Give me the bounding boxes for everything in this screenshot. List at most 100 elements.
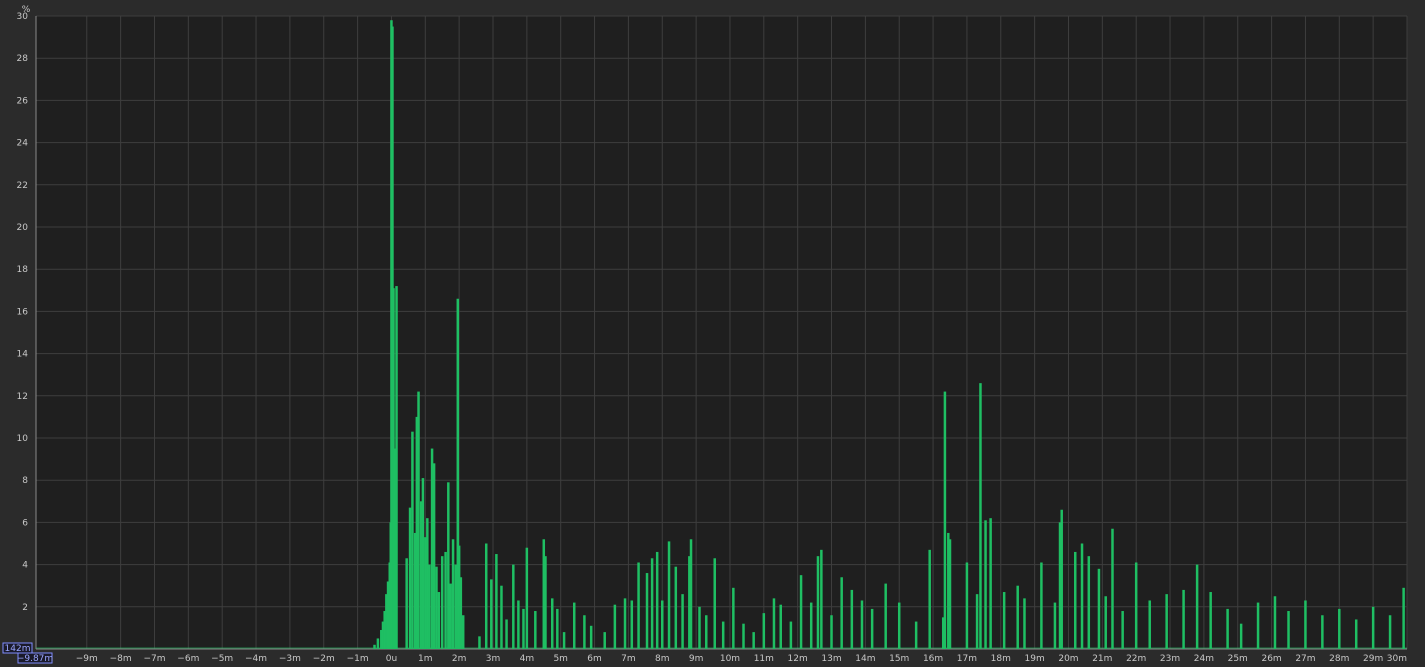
y-tick-label: 12 bbox=[17, 392, 28, 402]
y-tick-label: 6 bbox=[22, 518, 28, 528]
y-tick-label: 28 bbox=[17, 54, 29, 64]
data-bar bbox=[1338, 608, 1341, 649]
data-bar bbox=[1195, 564, 1199, 649]
data-bar bbox=[820, 549, 823, 649]
data-bar bbox=[870, 608, 874, 649]
data-bar bbox=[490, 579, 493, 649]
x-tick-label: 21m bbox=[1092, 654, 1112, 664]
data-bar bbox=[772, 598, 776, 649]
x-tick-label: −9m bbox=[76, 654, 98, 664]
data-bar bbox=[623, 598, 627, 649]
data-bar bbox=[512, 564, 515, 649]
data-bar bbox=[1104, 596, 1107, 649]
data-bar bbox=[495, 554, 498, 649]
data-bar bbox=[1111, 528, 1114, 649]
x-tick-label: −8m bbox=[110, 654, 132, 664]
y-tick-label: 22 bbox=[17, 181, 28, 191]
data-bar bbox=[435, 566, 438, 649]
data-bar bbox=[417, 391, 420, 649]
data-bar bbox=[1097, 568, 1101, 649]
data-bar bbox=[1371, 606, 1375, 649]
data-bar bbox=[830, 615, 833, 649]
x-tick-label: 6m bbox=[587, 654, 602, 664]
data-bar bbox=[721, 621, 725, 649]
data-bar bbox=[447, 482, 450, 649]
data-bar bbox=[517, 600, 520, 649]
data-bar bbox=[461, 615, 465, 649]
x-cursor-value: −9.87m bbox=[17, 654, 53, 664]
x-tick-label: 26m bbox=[1261, 654, 1281, 664]
x-tick-label: 3m bbox=[486, 654, 501, 664]
data-bar bbox=[1273, 596, 1277, 649]
data-bar bbox=[914, 621, 918, 649]
data-bar bbox=[989, 518, 992, 649]
data-bar bbox=[965, 562, 969, 649]
data-bar bbox=[897, 602, 901, 649]
data-bar bbox=[1304, 600, 1307, 649]
data-bar bbox=[572, 602, 576, 649]
data-bar bbox=[478, 636, 481, 649]
data-bar bbox=[630, 600, 634, 649]
plot-area[interactable] bbox=[36, 16, 1407, 649]
data-bar bbox=[437, 592, 441, 649]
x-tick-label: −3m bbox=[279, 654, 301, 664]
x-tick-label: 0u bbox=[386, 654, 397, 664]
data-bar bbox=[440, 556, 444, 649]
y-tick-label: 14 bbox=[17, 350, 29, 360]
data-bar bbox=[645, 573, 649, 649]
data-bar bbox=[943, 391, 947, 649]
x-tick-label: −4m bbox=[245, 654, 267, 664]
y-tick-label: 20 bbox=[17, 223, 29, 233]
data-bar bbox=[975, 594, 979, 649]
data-bar bbox=[459, 577, 463, 649]
data-bar bbox=[1148, 600, 1151, 649]
data-bar bbox=[408, 507, 412, 649]
data-bar bbox=[550, 598, 554, 649]
data-bar bbox=[1165, 594, 1168, 649]
x-tick-label: 19m bbox=[1025, 654, 1045, 664]
data-bar bbox=[948, 539, 952, 649]
data-bar bbox=[395, 286, 398, 649]
y-tick-label: 4 bbox=[22, 561, 28, 571]
data-bar bbox=[1023, 598, 1026, 649]
x-tick-label: 4m bbox=[520, 654, 535, 664]
x-tick-label: 13m bbox=[821, 654, 841, 664]
y-axis-unit-label: % bbox=[22, 5, 31, 15]
data-bar bbox=[637, 562, 640, 649]
data-bar bbox=[603, 632, 606, 649]
data-bar bbox=[1134, 562, 1138, 649]
data-bar bbox=[432, 463, 436, 649]
x-tick-label: 22m bbox=[1126, 654, 1146, 664]
data-bar bbox=[411, 431, 414, 649]
data-bar bbox=[500, 585, 503, 649]
data-bar bbox=[732, 587, 735, 649]
x-tick-label: 12m bbox=[788, 654, 808, 664]
y-tick-label: 26 bbox=[17, 96, 29, 106]
data-bar bbox=[556, 608, 559, 649]
x-tick-label: −7m bbox=[143, 654, 165, 664]
data-bar bbox=[1121, 611, 1124, 649]
data-bar bbox=[698, 606, 701, 649]
data-bar bbox=[1239, 623, 1243, 649]
y-tick-label: 8 bbox=[22, 476, 28, 486]
data-bar bbox=[1182, 589, 1185, 649]
data-bar bbox=[525, 547, 529, 649]
data-bar bbox=[762, 613, 766, 649]
data-bar bbox=[1226, 608, 1229, 649]
data-bar bbox=[405, 558, 408, 649]
data-bar bbox=[1354, 619, 1358, 649]
x-tick-label: 24m bbox=[1194, 654, 1214, 664]
x-tick-label: 8m bbox=[655, 654, 670, 664]
data-bar bbox=[1287, 611, 1290, 649]
data-bar bbox=[1016, 585, 1019, 649]
data-bar bbox=[1053, 602, 1057, 649]
x-tick-label: 30m bbox=[1387, 654, 1407, 664]
y-cursor-readout: 142m bbox=[2, 642, 33, 654]
data-bar bbox=[713, 558, 716, 649]
data-bar bbox=[650, 558, 654, 649]
x-tick-label: −1m bbox=[347, 654, 369, 664]
x-tick-label: 28m bbox=[1329, 654, 1349, 664]
data-bar bbox=[840, 577, 843, 649]
data-bar bbox=[1321, 615, 1324, 649]
data-bar bbox=[799, 575, 803, 649]
